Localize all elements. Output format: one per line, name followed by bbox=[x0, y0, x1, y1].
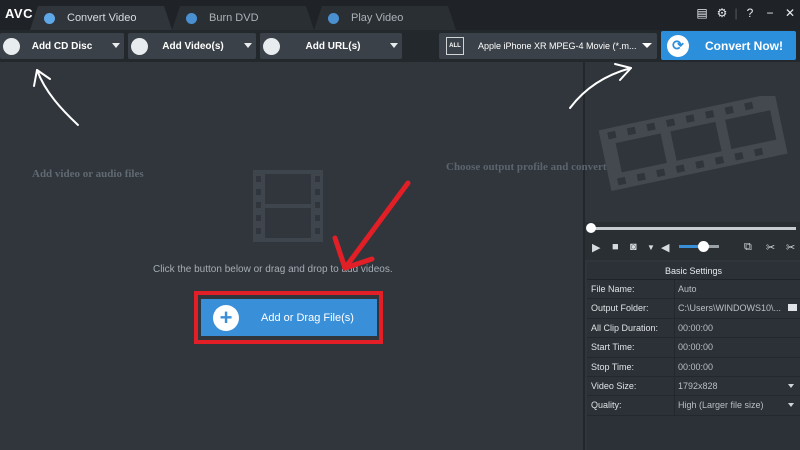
separator bbox=[674, 318, 675, 338]
file-name-field[interactable]: Auto bbox=[678, 284, 697, 294]
separator bbox=[674, 396, 675, 415]
add-files-hint: Add video or audio files bbox=[32, 168, 144, 180]
tab-label: Play Video bbox=[351, 12, 404, 24]
snapshot-icon[interactable]: ◙ bbox=[630, 241, 637, 253]
video-size-select[interactable]: 1792x828 bbox=[678, 381, 718, 391]
quality-select[interactable]: High (Larger file size) bbox=[678, 400, 764, 410]
setting-label: Quality: bbox=[591, 400, 622, 411]
film-reel-icon bbox=[598, 96, 788, 191]
setting-quality: Quality: High (Larger file size) bbox=[587, 396, 800, 416]
add-cd-label: Add CD Disc bbox=[31, 40, 93, 52]
title-bar: AVC Convert Video Burn DVD Play Video ▤ … bbox=[0, 0, 800, 30]
chevron-down-icon[interactable] bbox=[642, 43, 652, 48]
separator bbox=[674, 280, 675, 299]
close-button[interactable]: ✕ bbox=[780, 6, 800, 20]
separator bbox=[674, 376, 675, 396]
help-button[interactable]: ? bbox=[740, 6, 760, 20]
setting-output-folder: Output Folder: C:\Users\WINDOWS10\... bbox=[587, 299, 800, 319]
window-controls: ▤ ⚙ | ? − ✕ bbox=[692, 6, 800, 20]
effects-icon[interactable]: ✂ bbox=[786, 241, 795, 254]
highlight-box bbox=[194, 291, 383, 344]
setting-label: Output Folder: bbox=[591, 303, 649, 314]
add-videos-label: Add Video(s) bbox=[162, 40, 224, 52]
all-formats-icon: ALL bbox=[446, 37, 464, 55]
add-videos-button[interactable]: Add Video(s) bbox=[128, 33, 256, 59]
chevron-down-icon[interactable] bbox=[390, 43, 398, 48]
chevron-down-icon[interactable] bbox=[112, 43, 120, 48]
tab-label: Burn DVD bbox=[209, 12, 259, 24]
setting-label: Start Time: bbox=[591, 342, 635, 353]
setting-label: All Clip Duration: bbox=[591, 322, 659, 333]
chevron-down-icon[interactable] bbox=[244, 43, 252, 48]
setting-file-name: File Name: Auto bbox=[587, 280, 800, 300]
add-url-button[interactable]: Add URL(s) bbox=[260, 33, 402, 59]
copy-icon[interactable]: ⧉ bbox=[744, 241, 752, 254]
chevron-down-icon[interactable] bbox=[788, 383, 794, 388]
setting-label: Video Size: bbox=[591, 380, 637, 391]
seek-handle[interactable] bbox=[586, 223, 596, 233]
stop-time-field[interactable]: 00:00:00 bbox=[678, 362, 713, 372]
output-profile-hint: Choose output profile and convert bbox=[446, 161, 607, 173]
basic-settings-panel: Basic Settings File Name: Auto Output Fo… bbox=[587, 262, 800, 450]
settings-title: Basic Settings bbox=[587, 262, 800, 280]
setting-stop-time: Stop Time: 00:00:00 bbox=[587, 357, 800, 377]
profile-label: Apple iPhone XR MPEG-4 Movie (*.m... bbox=[478, 41, 637, 51]
seek-bar[interactable] bbox=[585, 222, 800, 234]
file-list-area[interactable] bbox=[0, 62, 583, 450]
setting-label: Stop Time: bbox=[591, 361, 635, 372]
tab-convert-video[interactable]: Convert Video bbox=[44, 6, 137, 30]
chevron-down-icon[interactable] bbox=[788, 403, 794, 408]
minimize-button[interactable]: − bbox=[760, 6, 780, 20]
stop-icon[interactable]: ■ bbox=[612, 241, 619, 253]
menu-icon[interactable]: ▤ bbox=[692, 6, 712, 20]
tab-burn-dvd[interactable]: Burn DVD bbox=[186, 6, 259, 30]
volume-handle[interactable] bbox=[698, 241, 709, 252]
convert-now-button[interactable]: ⟳ Convert Now! bbox=[661, 31, 796, 60]
separator: | bbox=[734, 6, 738, 20]
play-icon bbox=[328, 12, 339, 24]
chevron-down-icon[interactable]: ▼ bbox=[647, 243, 655, 252]
output-profile-select[interactable]: ALL Apple iPhone XR MPEG-4 Movie (*.m... bbox=[439, 33, 657, 59]
setting-start-time: Start Time: 00:00:00 bbox=[587, 338, 800, 358]
separator bbox=[674, 299, 675, 318]
player-controls: ▶ ■ ◙ ▼ ◀ ⧉ ✂ ✂ bbox=[585, 234, 800, 260]
setting-all-clip-duration: All Clip Duration: 00:00:00 bbox=[587, 318, 800, 339]
start-time-field[interactable]: 00:00:00 bbox=[678, 342, 713, 352]
clip-duration-value: 00:00:00 bbox=[678, 322, 714, 333]
output-folder-field[interactable]: C:\Users\WINDOWS10\... bbox=[678, 303, 781, 313]
seek-track[interactable] bbox=[591, 227, 796, 230]
convert-label: Convert Now! bbox=[705, 38, 783, 53]
refresh-icon bbox=[44, 12, 55, 24]
separator bbox=[674, 338, 675, 357]
setting-label: File Name: bbox=[591, 284, 635, 294]
disc-icon bbox=[186, 12, 197, 24]
gear-icon[interactable]: ⚙ bbox=[712, 6, 732, 20]
drop-instructions: Click the button below or drag and drop … bbox=[153, 264, 393, 275]
play-icon[interactable]: ▶ bbox=[592, 241, 600, 254]
add-url-label: Add URL(s) bbox=[305, 40, 361, 52]
tab-play-video[interactable]: Play Video bbox=[328, 6, 403, 30]
film-strip-icon bbox=[253, 170, 323, 242]
app-window: AVC Convert Video Burn DVD Play Video ▤ … bbox=[0, 0, 800, 450]
separator bbox=[674, 357, 675, 376]
cut-icon[interactable]: ✂ bbox=[766, 241, 775, 254]
folder-open-icon[interactable] bbox=[788, 304, 797, 312]
convert-refresh-icon: ⟳ bbox=[667, 34, 689, 57]
tab-label: Convert Video bbox=[67, 12, 137, 24]
add-cd-disc-button[interactable]: Add CD Disc bbox=[0, 33, 124, 59]
volume-icon[interactable]: ◀ bbox=[661, 241, 669, 254]
setting-video-size: Video Size: 1792x828 bbox=[587, 376, 800, 397]
app-logo: AVC bbox=[5, 6, 33, 21]
